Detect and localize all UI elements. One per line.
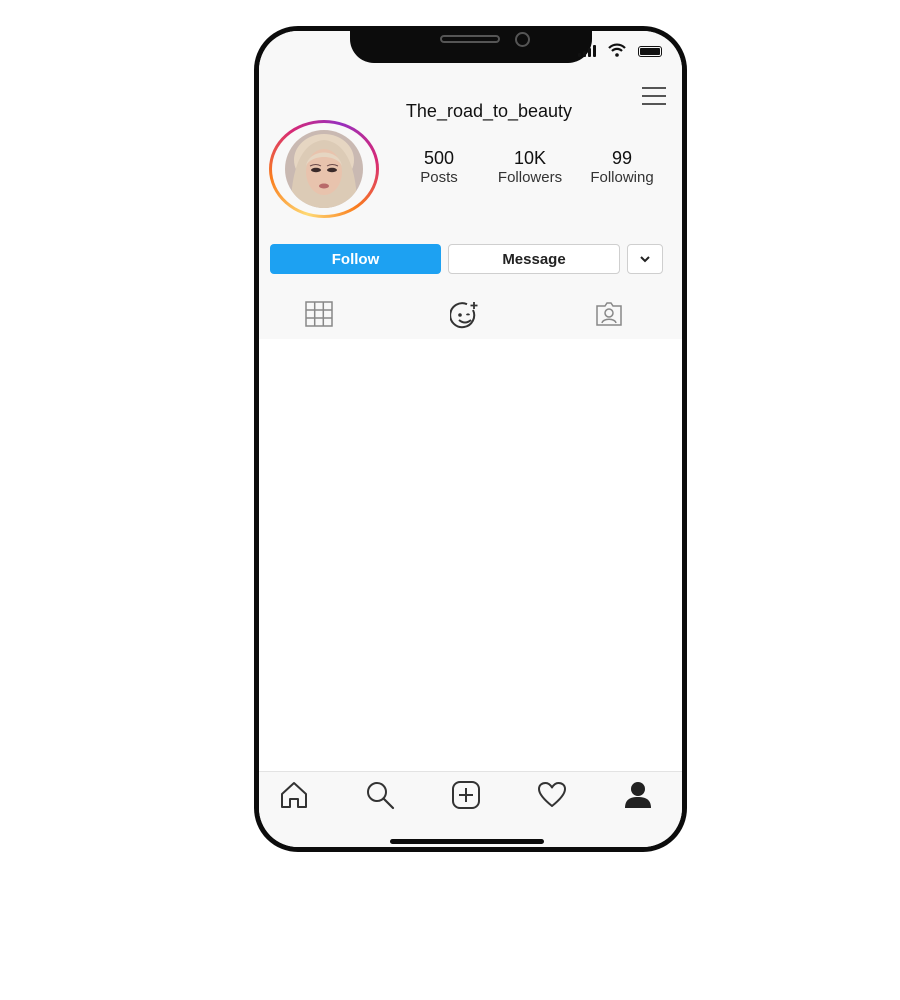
following-label: Following bbox=[590, 169, 654, 186]
add-post-icon[interactable] bbox=[451, 780, 481, 810]
phone-notch bbox=[350, 31, 592, 63]
search-icon[interactable] bbox=[365, 780, 395, 810]
profile-icon[interactable] bbox=[623, 780, 653, 810]
story-ring[interactable] bbox=[269, 120, 379, 218]
front-camera-icon bbox=[515, 32, 530, 47]
phone-frame: The_road_to_beauty 500 Posts 10K Followe… bbox=[254, 26, 687, 852]
hamburger-menu-icon[interactable] bbox=[641, 85, 667, 107]
speaker-icon bbox=[440, 35, 500, 43]
followers-label: Followers bbox=[497, 169, 563, 186]
suggestions-dropdown-button[interactable] bbox=[627, 244, 663, 274]
heart-icon[interactable] bbox=[537, 780, 567, 810]
posts-label: Posts bbox=[420, 169, 458, 186]
face-sparkle-icon[interactable] bbox=[450, 301, 480, 331]
grid-icon[interactable] bbox=[305, 301, 333, 327]
wifi-icon bbox=[608, 43, 626, 57]
home-indicator bbox=[390, 839, 544, 844]
tagged-person-icon[interactable] bbox=[595, 301, 623, 327]
stat-following[interactable]: 99 Following bbox=[582, 147, 662, 187]
profile-username: The_road_to_beauty bbox=[405, 101, 573, 121]
home-icon[interactable] bbox=[279, 780, 309, 810]
message-button[interactable]: Message bbox=[448, 244, 620, 274]
stat-posts[interactable]: 500 Posts bbox=[399, 147, 479, 187]
follow-button[interactable]: Follow bbox=[270, 244, 441, 274]
following-count: 99 bbox=[611, 148, 633, 168]
posts-count: 500 bbox=[423, 148, 455, 168]
chevron-down-icon bbox=[640, 256, 650, 263]
followers-count: 10K bbox=[513, 148, 547, 168]
signal-icon bbox=[578, 45, 598, 57]
stat-followers[interactable]: 10K Followers bbox=[490, 147, 570, 187]
avatar bbox=[285, 130, 363, 208]
battery-icon bbox=[638, 46, 662, 57]
